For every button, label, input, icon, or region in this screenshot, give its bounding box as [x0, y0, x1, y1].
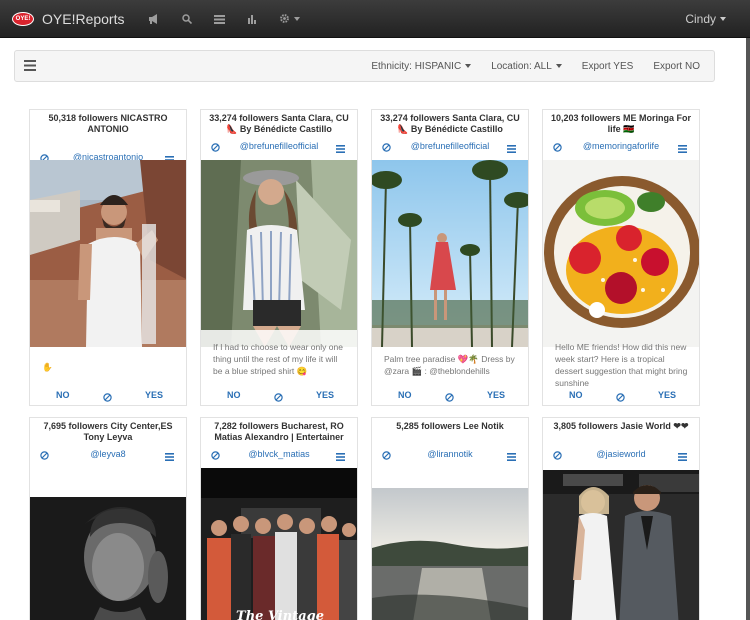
no-button[interactable]: NO — [398, 390, 412, 400]
ban-icon[interactable] — [616, 391, 625, 405]
card-title: 10,203 followers ME Moringa For life 🇰🇪 — [550, 113, 692, 134]
gear-dropdown-caret — [294, 16, 301, 21]
influencer-card: 3,805 followers Jasie World ❤❤ @jasiewor… — [542, 417, 700, 620]
yes-button[interactable]: YES — [658, 390, 676, 400]
influencer-card: 7,695 followers City Center,ES Tony Leyv… — [29, 417, 187, 620]
search-icon[interactable] — [182, 13, 193, 24]
chevron-down-icon — [465, 64, 472, 68]
post-caption: Palm tree paradise 💖🌴 Dress by @zara 🎬 :… — [384, 354, 515, 376]
instagram-handle-link[interactable]: @blvck_matias — [201, 449, 357, 459]
influencer-card: 33,274 followers Santa Clara, CU 👠 By Bé… — [371, 109, 529, 406]
oye-logo: OYE! — [12, 11, 34, 26]
top-navbar: OYE! OYE!Reports Cindy — [0, 0, 750, 38]
list-icon[interactable] — [214, 14, 226, 24]
card-title: 33,274 followers Santa Clara, CU 👠 By Bé… — [209, 113, 349, 134]
no-button[interactable]: NO — [56, 390, 70, 400]
filter-bar: Ethnicity: HISPANIC Location: ALL Export… — [14, 50, 715, 82]
yes-button[interactable]: YES — [316, 390, 334, 400]
no-button[interactable]: NO — [569, 390, 583, 400]
location-label: Location: ALL — [491, 60, 552, 72]
post-photo[interactable] — [372, 488, 528, 620]
location-dropdown[interactable]: Location: ALL — [491, 61, 562, 72]
ban-icon[interactable] — [103, 391, 112, 405]
post-photo[interactable] — [30, 497, 186, 620]
card-title: 50,318 followers NICASTRO ANTONIO — [48, 113, 168, 134]
post-photo[interactable] — [201, 160, 357, 347]
user-name[interactable]: Cindy — [685, 12, 716, 26]
list-icon[interactable] — [165, 450, 174, 464]
card-title: 3,805 followers Jasie World ❤❤ — [553, 421, 689, 431]
post-caption: Hello ME friends! How did this new week … — [555, 342, 688, 388]
influencer-card: 10,203 followers ME Moringa For life 🇰🇪 … — [542, 109, 700, 406]
bar-chart-icon[interactable] — [247, 14, 257, 24]
list-icon[interactable] — [336, 142, 345, 156]
menu-toggle-icon[interactable] — [24, 60, 36, 74]
card-title: 7,282 followers Bucharest, RO Matias Ale… — [214, 421, 344, 442]
card-title: 7,695 followers City Center,ES Tony Leyv… — [43, 421, 173, 442]
ban-icon[interactable] — [274, 391, 283, 405]
yes-button[interactable]: YES — [145, 390, 163, 400]
instagram-handle-link[interactable]: @brefunefilleofficial — [372, 141, 528, 151]
influencer-card: 7,282 followers Bucharest, RO Matias Ale… — [200, 417, 358, 620]
gear-icon[interactable] — [279, 13, 301, 24]
ban-icon[interactable] — [445, 391, 454, 405]
export-no-button[interactable]: Export NO — [653, 61, 700, 72]
yes-button[interactable]: YES — [487, 390, 505, 400]
list-icon[interactable] — [507, 142, 516, 156]
instagram-handle-link[interactable]: @memoringaforlife — [543, 141, 699, 151]
user-menu[interactable]: Cindy — [685, 12, 726, 26]
post-photo[interactable] — [543, 470, 699, 620]
list-icon[interactable] — [678, 142, 687, 156]
brand[interactable]: OYE! OYE!Reports — [12, 11, 124, 27]
list-icon[interactable] — [507, 450, 516, 464]
instagram-handle-link[interactable]: @leyva8 — [30, 449, 186, 459]
instagram-handle-link[interactable]: @brefunefilleofficial — [201, 141, 357, 151]
no-button[interactable]: NO — [227, 390, 241, 400]
instagram-handle-link[interactable]: @jasieworld — [543, 449, 699, 459]
chevron-down-icon — [720, 17, 726, 21]
chevron-down-icon — [555, 64, 562, 68]
brand-title[interactable]: OYE!Reports — [42, 11, 124, 27]
card-title: 33,274 followers Santa Clara, CU 👠 By Bé… — [380, 113, 520, 134]
post-photo[interactable]: The Vintage — [201, 468, 357, 620]
ethnicity-label: Ethnicity: HISPANIC — [371, 60, 462, 72]
window-edge — [746, 38, 750, 620]
influencer-card: 50,318 followers NICASTRO ANTONIO @nicas… — [29, 109, 187, 406]
post-caption: If I had to choose to wear only one thin… — [213, 342, 343, 376]
export-yes-button[interactable]: Export YES — [582, 61, 634, 72]
photo-watermark: The Vintage — [236, 609, 324, 620]
ethnicity-dropdown[interactable]: Ethnicity: HISPANIC — [371, 60, 472, 72]
list-icon[interactable] — [678, 450, 687, 464]
card-title: 5,285 followers Lee Notik — [396, 421, 504, 431]
influencer-card: 33,274 followers Santa Clara, CU 👠 By Bé… — [200, 109, 358, 406]
post-photo[interactable] — [372, 160, 528, 347]
post-photo[interactable] — [30, 160, 186, 347]
bullhorn-icon[interactable] — [148, 13, 160, 24]
influencer-card: 5,285 followers Lee Notik @lirannotik — [371, 417, 529, 620]
list-icon[interactable] — [336, 450, 345, 464]
post-caption: ✋ — [42, 362, 53, 372]
post-photo[interactable] — [543, 160, 699, 347]
instagram-handle-link[interactable]: @lirannotik — [372, 449, 528, 459]
